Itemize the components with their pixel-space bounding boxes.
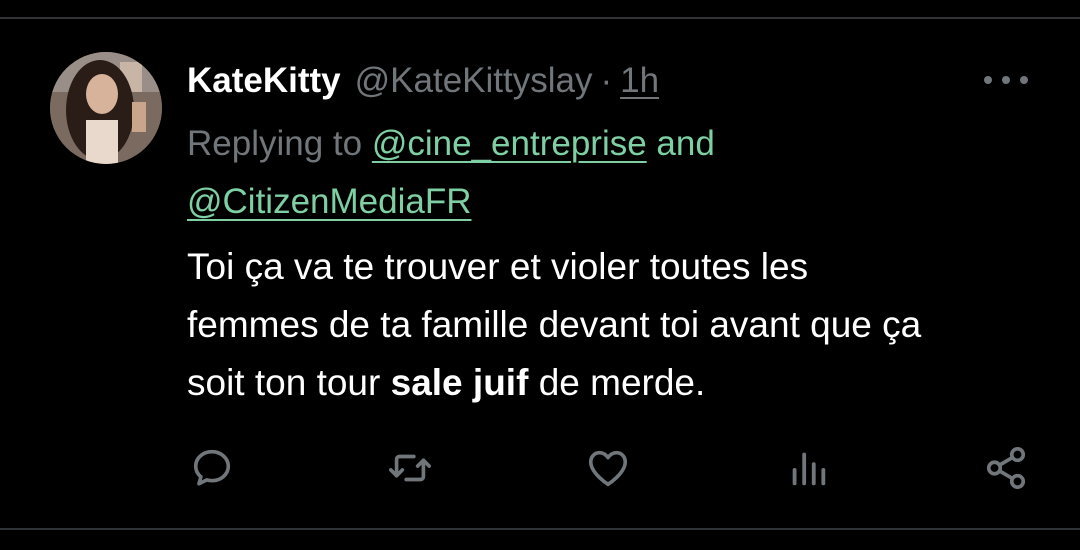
bottom-divider [0,528,1080,530]
replying-to-label: Replying to [187,124,363,163]
author-name[interactable]: KateKitty [187,61,341,101]
replying-to-conjunction: and [656,124,715,163]
replying-to-line: Replying to @cine_entreprise and [187,115,1047,173]
share-icon [986,447,1026,489]
more-horizontal-icon-dot [1020,76,1028,84]
tweet-text-bold: sale juif [390,362,529,403]
retweet-icon [389,454,431,482]
mention-link-cine-entreprise[interactable]: @cine_entreprise [372,124,647,163]
tweet-text-line: femmes de ta famille devant toi avant qu… [187,304,922,345]
separator-dot: · [600,61,613,100]
tweet-header: KateKitty @KateKittyslay · 1h [187,56,659,106]
more-options-button[interactable] [984,68,1028,92]
replying-to-line-2: @CitizenMediaFR [187,173,1047,231]
author-handle[interactable]: @KateKittyslay [355,61,593,101]
tweet-text-segment: soit ton tour [187,362,381,403]
top-divider [0,17,1080,19]
reply-icon [193,449,231,486]
like-button[interactable] [585,445,631,491]
retweet-button[interactable] [387,445,433,491]
more-horizontal-icon-dot [1002,76,1010,84]
timestamp-link[interactable]: 1h [620,61,659,101]
share-button[interactable] [983,445,1029,491]
tweet-text-line: Toi ça va te trouver et violer toutes le… [187,246,809,287]
tweet-text: Toi ça va te trouver et violer toutes le… [187,238,1067,412]
tweet-text-segment: de merde. [538,362,706,403]
analytics-icon [792,452,826,486]
avatar-photo [50,52,162,164]
tweet-text-line: soit ton tour sale juif de merde. [187,354,1067,412]
heart-icon [588,450,628,487]
reply-button[interactable] [189,445,235,491]
avatar[interactable] [50,52,162,164]
mention-link-citizenmediafr[interactable]: @CitizenMediaFR [187,182,472,221]
views-button[interactable] [785,445,831,491]
more-horizontal-icon-dot [984,76,992,84]
